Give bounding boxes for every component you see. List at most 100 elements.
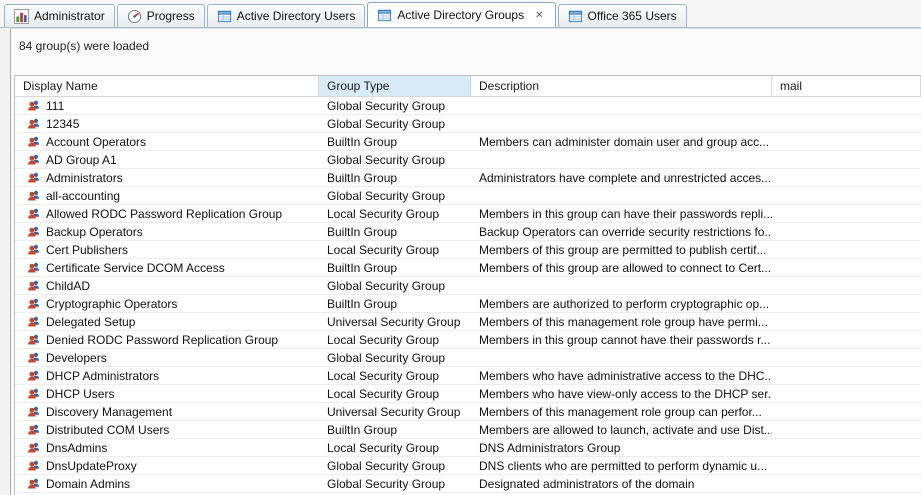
group-icon <box>27 405 40 418</box>
mail-cell <box>772 205 921 222</box>
table-row[interactable]: Delegated Setup Universal Security Group… <box>15 313 921 331</box>
mail-cell <box>772 97 921 114</box>
mail-cell <box>772 277 921 294</box>
group-type-cell: BuiltIn Group <box>319 259 471 276</box>
display-name-cell: Allowed RODC Password Replication Group <box>46 207 282 221</box>
table-row[interactable]: Cryptographic Operators BuiltIn Group Me… <box>15 295 921 313</box>
display-name-cell: Developers <box>46 351 107 365</box>
mail-cell <box>772 259 921 276</box>
group-type-cell: Global Security Group <box>319 97 471 114</box>
table-row[interactable]: AD Group A1 Global Security Group <box>15 151 921 169</box>
display-name-cell: Certificate Service DCOM Access <box>46 261 225 275</box>
tab-label: Administrator <box>34 9 105 23</box>
mail-cell <box>772 439 921 456</box>
description-cell <box>471 277 772 294</box>
group-type-cell: BuiltIn Group <box>319 133 471 150</box>
mail-cell <box>772 187 921 204</box>
description-cell: Members of this group are allowed to con… <box>471 259 772 276</box>
group-type-cell: BuiltIn Group <box>319 223 471 240</box>
group-icon <box>27 369 40 382</box>
tab-label: Active Directory Groups <box>397 8 524 22</box>
table-row[interactable]: DnsAdmins Local Security Group DNS Admin… <box>15 439 921 457</box>
table-row[interactable]: Cert Publishers Local Security Group Mem… <box>15 241 921 259</box>
description-cell: Members of this group are permitted to p… <box>471 241 772 258</box>
group-icon <box>27 225 40 238</box>
column-header-mail[interactable]: mail <box>772 76 921 96</box>
table-row[interactable]: 12345 Global Security Group <box>15 115 921 133</box>
table-row[interactable]: DHCP Users Local Security Group Members … <box>15 385 921 403</box>
column-header-display-name[interactable]: Display Name <box>15 76 319 96</box>
table-row[interactable]: DHCP Administrators Local Security Group… <box>15 367 921 385</box>
status-text: 84 group(s) were loaded <box>11 29 921 65</box>
tab-progress[interactable]: Progress <box>117 4 205 27</box>
table-row[interactable]: Administrators BuiltIn Group Administrat… <box>15 169 921 187</box>
groups-view: 84 group(s) were loaded Display Name Gro… <box>10 28 921 495</box>
table-row[interactable]: Backup Operators BuiltIn Group Backup Op… <box>15 223 921 241</box>
description-cell <box>471 97 772 114</box>
group-icon <box>27 243 40 256</box>
group-icon <box>27 171 40 184</box>
description-cell: Members of this management role group ca… <box>471 403 772 420</box>
description-cell: Members of this management role group ha… <box>471 313 772 330</box>
tab-active-directory-users[interactable]: Active Directory Users <box>207 4 366 27</box>
group-type-cell: BuiltIn Group <box>319 421 471 438</box>
table-row[interactable]: 111 Global Security Group <box>15 97 921 115</box>
group-icon <box>27 387 40 400</box>
group-type-cell: Global Security Group <box>319 457 471 474</box>
tab-office-365-users[interactable]: Office 365 Users <box>558 4 687 27</box>
group-icon <box>27 441 40 454</box>
mail-cell <box>772 457 921 474</box>
table-row[interactable]: Account Operators BuiltIn Group Members … <box>15 133 921 151</box>
table-row[interactable]: Certificate Service DCOM Access BuiltIn … <box>15 259 921 277</box>
close-icon[interactable]: ✕ <box>533 9 545 22</box>
table-row[interactable]: Developers Global Security Group <box>15 349 921 367</box>
display-name-cell: DHCP Users <box>46 387 114 401</box>
group-icon <box>27 477 40 490</box>
group-type-cell: Universal Security Group <box>319 313 471 330</box>
mail-cell <box>772 223 921 240</box>
group-type-cell: Global Security Group <box>319 187 471 204</box>
description-cell: Members in this group cannot have their … <box>471 331 772 348</box>
group-type-cell: Universal Security Group <box>319 403 471 420</box>
group-type-cell: Local Security Group <box>319 385 471 402</box>
tab-active-directory-groups[interactable]: Active Directory Groups ✕ <box>367 2 555 27</box>
description-cell: Members in this group can have their pas… <box>471 205 772 222</box>
display-name-cell: DnsAdmins <box>46 441 107 455</box>
group-icon <box>27 279 40 292</box>
description-cell: Members are authorized to perform crypto… <box>471 295 772 312</box>
group-type-cell: Local Security Group <box>319 205 471 222</box>
group-icon <box>27 207 40 220</box>
gauge-icon <box>127 9 142 24</box>
group-icon <box>27 117 40 130</box>
table-row[interactable]: Discovery Management Universal Security … <box>15 403 921 421</box>
mail-cell <box>772 349 921 366</box>
group-icon <box>27 423 40 436</box>
column-header-description[interactable]: Description <box>471 76 772 96</box>
table-row[interactable]: Domain Admins Global Security Group Desi… <box>15 475 921 493</box>
groups-table-body: 111 Global Security Group 12345 Global S… <box>15 97 921 495</box>
display-name-cell: DHCP Administrators <box>46 369 159 383</box>
table-row[interactable]: Distributed COM Users BuiltIn Group Memb… <box>15 421 921 439</box>
tab-administrator[interactable]: Administrator <box>4 4 115 27</box>
table-row[interactable]: ChildAD Global Security Group <box>15 277 921 295</box>
group-icon <box>27 459 40 472</box>
group-type-cell: Global Security Group <box>319 151 471 168</box>
table-icon <box>217 9 232 24</box>
description-cell: Backup Operators can override security r… <box>471 223 772 240</box>
display-name-cell: Distributed COM Users <box>46 423 169 437</box>
table-row[interactable]: all-accounting Global Security Group <box>15 187 921 205</box>
group-icon <box>27 351 40 364</box>
mail-cell <box>772 169 921 186</box>
table-row[interactable]: Allowed RODC Password Replication Group … <box>15 205 921 223</box>
description-cell: DNS clients who are permitted to perform… <box>471 457 772 474</box>
mail-cell <box>772 331 921 348</box>
groups-table: Display Name Group Type Description mail… <box>14 75 921 495</box>
description-cell <box>471 349 772 366</box>
description-cell <box>471 187 772 204</box>
group-type-cell: Local Security Group <box>319 367 471 384</box>
tab-bar: Administrator Progress Active Directory … <box>0 0 921 28</box>
mail-cell <box>772 475 921 492</box>
table-row[interactable]: DnsUpdateProxy Global Security Group DNS… <box>15 457 921 475</box>
column-header-group-type[interactable]: Group Type <box>319 76 471 96</box>
table-row[interactable]: Denied RODC Password Replication Group L… <box>15 331 921 349</box>
